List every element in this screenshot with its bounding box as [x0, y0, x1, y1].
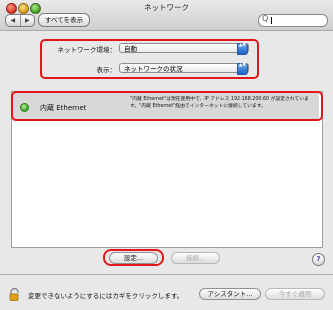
location-popup[interactable]: 自動 ▲▼: [119, 43, 249, 55]
back-forward-control: ◀ ▶: [5, 14, 35, 27]
window-title: ネットワーク: [144, 3, 189, 12]
help-button[interactable]: ?: [312, 253, 325, 266]
divider: [0, 274, 333, 275]
text-cursor: [271, 17, 272, 24]
lock-message: 変更できないようにするにはカギをクリックします。: [28, 292, 184, 300]
forward-button[interactable]: ▶: [21, 15, 35, 26]
connection-highlight: [11, 91, 323, 121]
show-all-button[interactable]: すべてを表示: [38, 13, 90, 27]
apply-now-button[interactable]: 今すぐ適用: [265, 288, 325, 300]
popup-arrows-icon: ▲▼: [237, 43, 248, 55]
show-label: 表示：: [96, 66, 117, 74]
search-field[interactable]: Q: [258, 14, 328, 27]
show-popup[interactable]: ネットワークの状況 ▲▼: [119, 63, 249, 75]
location-label: ネットワーク環境：: [57, 46, 117, 54]
connect-button[interactable]: 接続...: [171, 252, 220, 264]
help-icon: ?: [316, 255, 321, 263]
back-arrow-icon: ◀: [10, 17, 16, 24]
location-popup-value: 自動: [124, 45, 137, 53]
lock-icon[interactable]: [9, 286, 20, 301]
title-bar: ネットワーク ◀ ▶ すべてを表示 Q: [0, 0, 333, 31]
search-icon: Q: [262, 14, 269, 23]
assistant-button[interactable]: アシスタント...: [199, 288, 261, 300]
back-button[interactable]: ◀: [6, 15, 21, 26]
configure-button[interactable]: 設定...: [109, 252, 158, 264]
network-preferences-window: ネットワーク ◀ ▶ すべてを表示 Q ネットワーク環境： 自動 ▲▼ 表示： …: [0, 0, 333, 310]
forward-arrow-icon: ▶: [24, 17, 30, 24]
popup-arrows-icon: ▲▼: [237, 63, 248, 75]
show-popup-value: ネットワークの状況: [124, 65, 183, 73]
